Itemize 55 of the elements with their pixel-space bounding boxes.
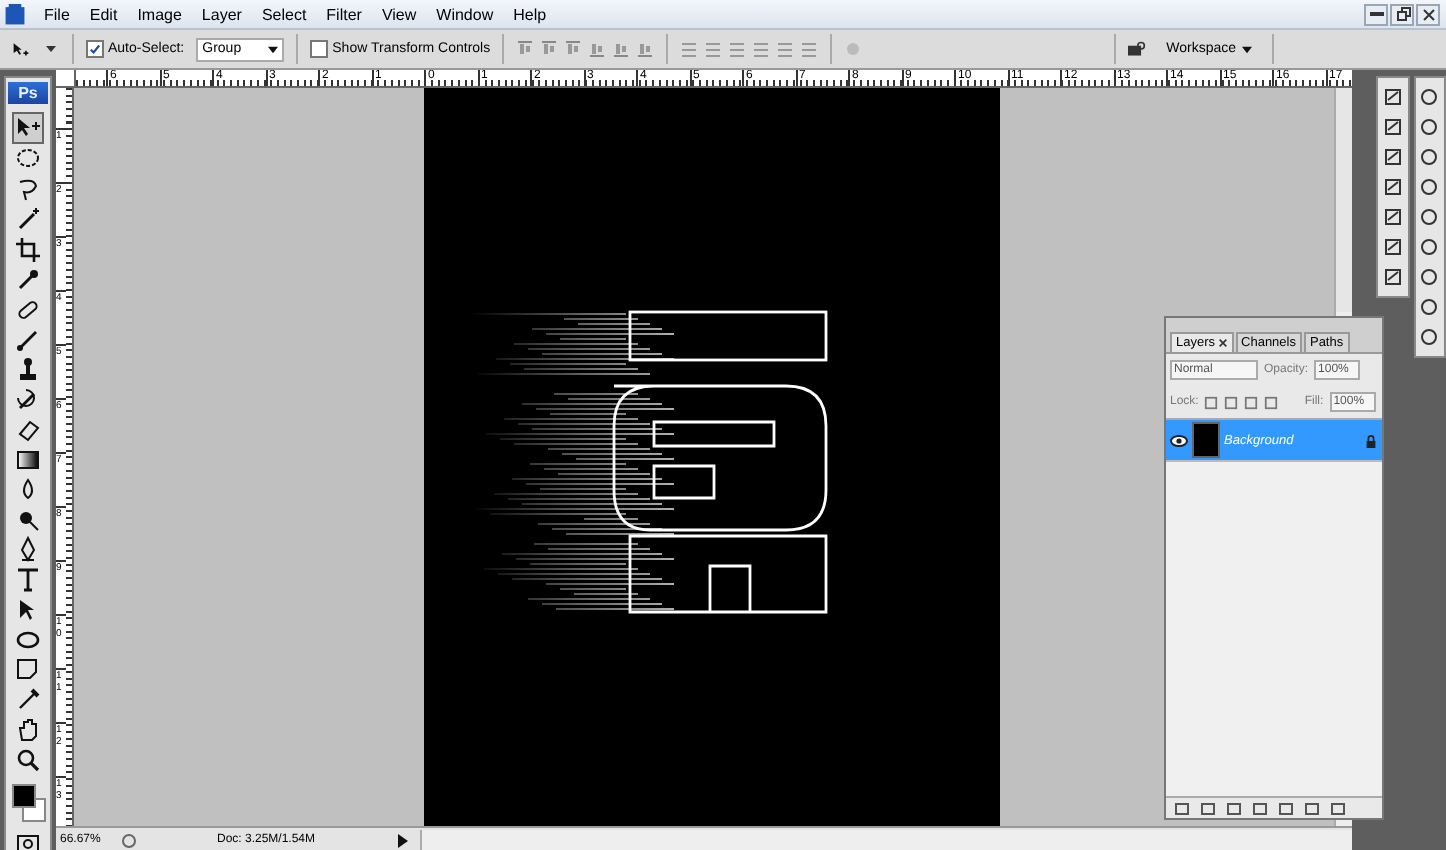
- brush-icon[interactable]: [14, 326, 42, 354]
- dodge-icon[interactable]: [14, 506, 42, 534]
- magic-wand-icon[interactable]: [14, 206, 42, 234]
- status-icon: [120, 831, 138, 849]
- align-icon[interactable]: [564, 40, 583, 58]
- menu-item[interactable]: Edit: [87, 5, 120, 23]
- bandage-icon[interactable]: [14, 296, 42, 324]
- close-button[interactable]: [1416, 3, 1440, 25]
- checkbox[interactable]: [310, 40, 329, 58]
- menu-item[interactable]: File: [42, 5, 72, 23]
- note-icon[interactable]: [14, 656, 42, 684]
- menu-item[interactable]: Help: [511, 5, 549, 23]
- align-icon[interactable]: [588, 40, 607, 58]
- align-icon[interactable]: [612, 40, 631, 58]
- hand-icon[interactable]: [14, 716, 42, 744]
- move-tool-icon[interactable]: [12, 40, 30, 58]
- gradient-icon[interactable]: [14, 446, 42, 474]
- camera-icon[interactable]: [1128, 40, 1147, 58]
- app-icon: [4, 3, 26, 25]
- checkbox[interactable]: [86, 40, 104, 58]
- close-icon: [1419, 5, 1437, 23]
- menu-item[interactable]: Layer: [199, 5, 244, 23]
- eyedropper-icon[interactable]: [14, 686, 42, 714]
- restore-icon: [1393, 5, 1411, 23]
- eye-icon[interactable]: [1170, 433, 1188, 447]
- align-icon[interactable]: [516, 40, 535, 58]
- caret-icon: [1242, 45, 1253, 53]
- layer-thumbnail: [1192, 422, 1220, 458]
- magnifier-icon[interactable]: [14, 746, 42, 774]
- eyedropper-icon[interactable]: [14, 266, 42, 294]
- play-icon[interactable]: [394, 831, 412, 849]
- menu-item[interactable]: Filter: [324, 5, 364, 23]
- menu-item[interactable]: View: [379, 5, 419, 23]
- menu-item[interactable]: Image: [135, 5, 184, 23]
- app-logo: Ps: [8, 82, 48, 104]
- vertical-scrollbar[interactable]: [1336, 88, 1352, 312]
- quick-mask-icon[interactable]: [14, 830, 42, 850]
- align-icon[interactable]: [540, 40, 559, 58]
- color-swatches[interactable]: [12, 784, 44, 820]
- move-icon[interactable]: [12, 112, 44, 144]
- type-icon[interactable]: [14, 566, 42, 594]
- menu-item[interactable]: Window: [434, 5, 496, 23]
- stamp-icon[interactable]: [14, 356, 42, 384]
- menu-item[interactable]: Select: [259, 5, 309, 23]
- minimize-button[interactable]: [1364, 3, 1388, 25]
- restore-button[interactable]: [1390, 3, 1414, 25]
- crop-icon[interactable]: [14, 236, 42, 264]
- ellipse-shape-icon[interactable]: [14, 626, 42, 654]
- close-icon[interactable]: [1217, 338, 1228, 348]
- horizontal-scrollbar[interactable]: [420, 830, 1352, 850]
- align-icon[interactable]: [636, 40, 655, 58]
- minimize-icon: [1369, 12, 1383, 16]
- caret-icon: [268, 45, 279, 53]
- eraser-icon[interactable]: [14, 416, 42, 444]
- lasso-icon[interactable]: [14, 176, 42, 204]
